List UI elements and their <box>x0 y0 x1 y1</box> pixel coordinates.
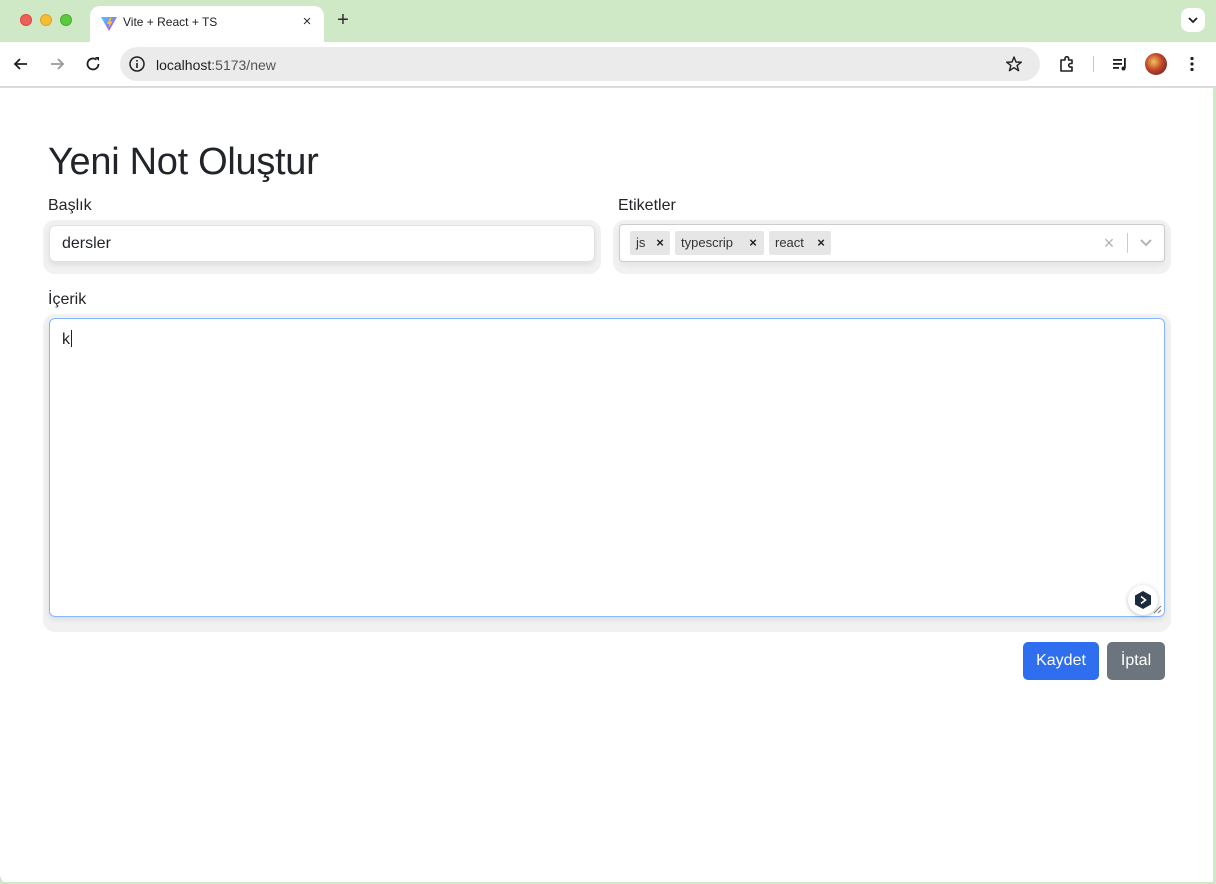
reload-icon[interactable] <box>82 53 104 75</box>
tag-chip: react × <box>769 231 831 255</box>
tag-chip-label: js <box>636 235 646 250</box>
toolbar-separator <box>1093 56 1094 72</box>
site-info-icon[interactable] <box>128 55 146 73</box>
tag-remove-icon[interactable]: × <box>653 235 667 251</box>
tab-close-icon[interactable]: × <box>298 13 316 31</box>
maximize-window-button[interactable] <box>60 14 72 26</box>
chevron-down-icon <box>1188 17 1198 24</box>
browser-tab[interactable]: Vite + React + TS × <box>90 6 324 42</box>
page-title: Yeni Not Oluştur <box>48 141 319 183</box>
assistant-hexagon-icon <box>1135 591 1151 609</box>
body-textarea-value: k <box>62 330 72 349</box>
title-label: Başlık <box>48 197 92 214</box>
minimize-window-button[interactable] <box>40 14 52 26</box>
back-arrow-icon[interactable] <box>10 53 32 75</box>
close-window-button[interactable] <box>20 14 32 26</box>
tag-remove-icon[interactable]: × <box>814 235 828 251</box>
tag-chip-label: react <box>775 235 804 250</box>
title-input-value: dersler <box>62 235 111 252</box>
media-controls-icon[interactable] <box>1110 54 1130 74</box>
vite-logo-icon <box>101 17 117 31</box>
tags-indicator-separator <box>1127 233 1128 253</box>
tags-select[interactable]: js × typescrip × react × × <box>619 224 1165 262</box>
save-button[interactable]: Kaydet <box>1023 642 1099 680</box>
kebab-menu-icon[interactable] <box>1182 54 1202 74</box>
forward-arrow-icon[interactable] <box>46 53 68 75</box>
tag-chip: typescrip × <box>675 231 764 255</box>
new-tab-button[interactable]: + <box>333 9 353 31</box>
tag-chip-label: typescrip <box>681 235 734 250</box>
url-host: localhost <box>156 57 212 73</box>
browser-window: Vite + React + TS × + localhost:5173/new… <box>0 0 1216 884</box>
body-text: k <box>62 331 70 348</box>
address-bar[interactable]: localhost:5173/new <box>120 47 1040 81</box>
tab-strip: Vite + React + TS × + <box>0 0 1216 42</box>
body-label: İçerik <box>48 291 87 308</box>
text-caret <box>71 330 72 347</box>
tab-search-button[interactable] <box>1181 8 1205 32</box>
tab-title: Vite + React + TS <box>123 15 218 29</box>
url-text[interactable]: localhost:5173/new <box>156 57 276 73</box>
page-content: Yeni Not Oluştur Başlık Etiketler dersle… <box>0 88 1213 882</box>
resize-handle-icon[interactable] <box>1153 605 1162 614</box>
profile-avatar[interactable] <box>1145 53 1167 75</box>
tag-chip: js × <box>630 231 670 255</box>
title-input[interactable]: dersler <box>49 225 595 262</box>
cancel-button[interactable]: İptal <box>1107 642 1165 680</box>
body-textarea[interactable]: k <box>49 318 1165 617</box>
tag-remove-icon[interactable]: × <box>746 235 760 251</box>
browser-toolbar: localhost:5173/new <box>0 42 1216 87</box>
chevron-down-icon[interactable] <box>1138 236 1154 250</box>
tags-label: Etiketler <box>618 197 676 214</box>
extensions-puzzle-icon[interactable] <box>1057 54 1077 74</box>
bookmark-star-icon[interactable] <box>1005 55 1023 73</box>
url-path: :5173/new <box>211 57 276 73</box>
clear-tags-icon[interactable]: × <box>1101 233 1117 253</box>
